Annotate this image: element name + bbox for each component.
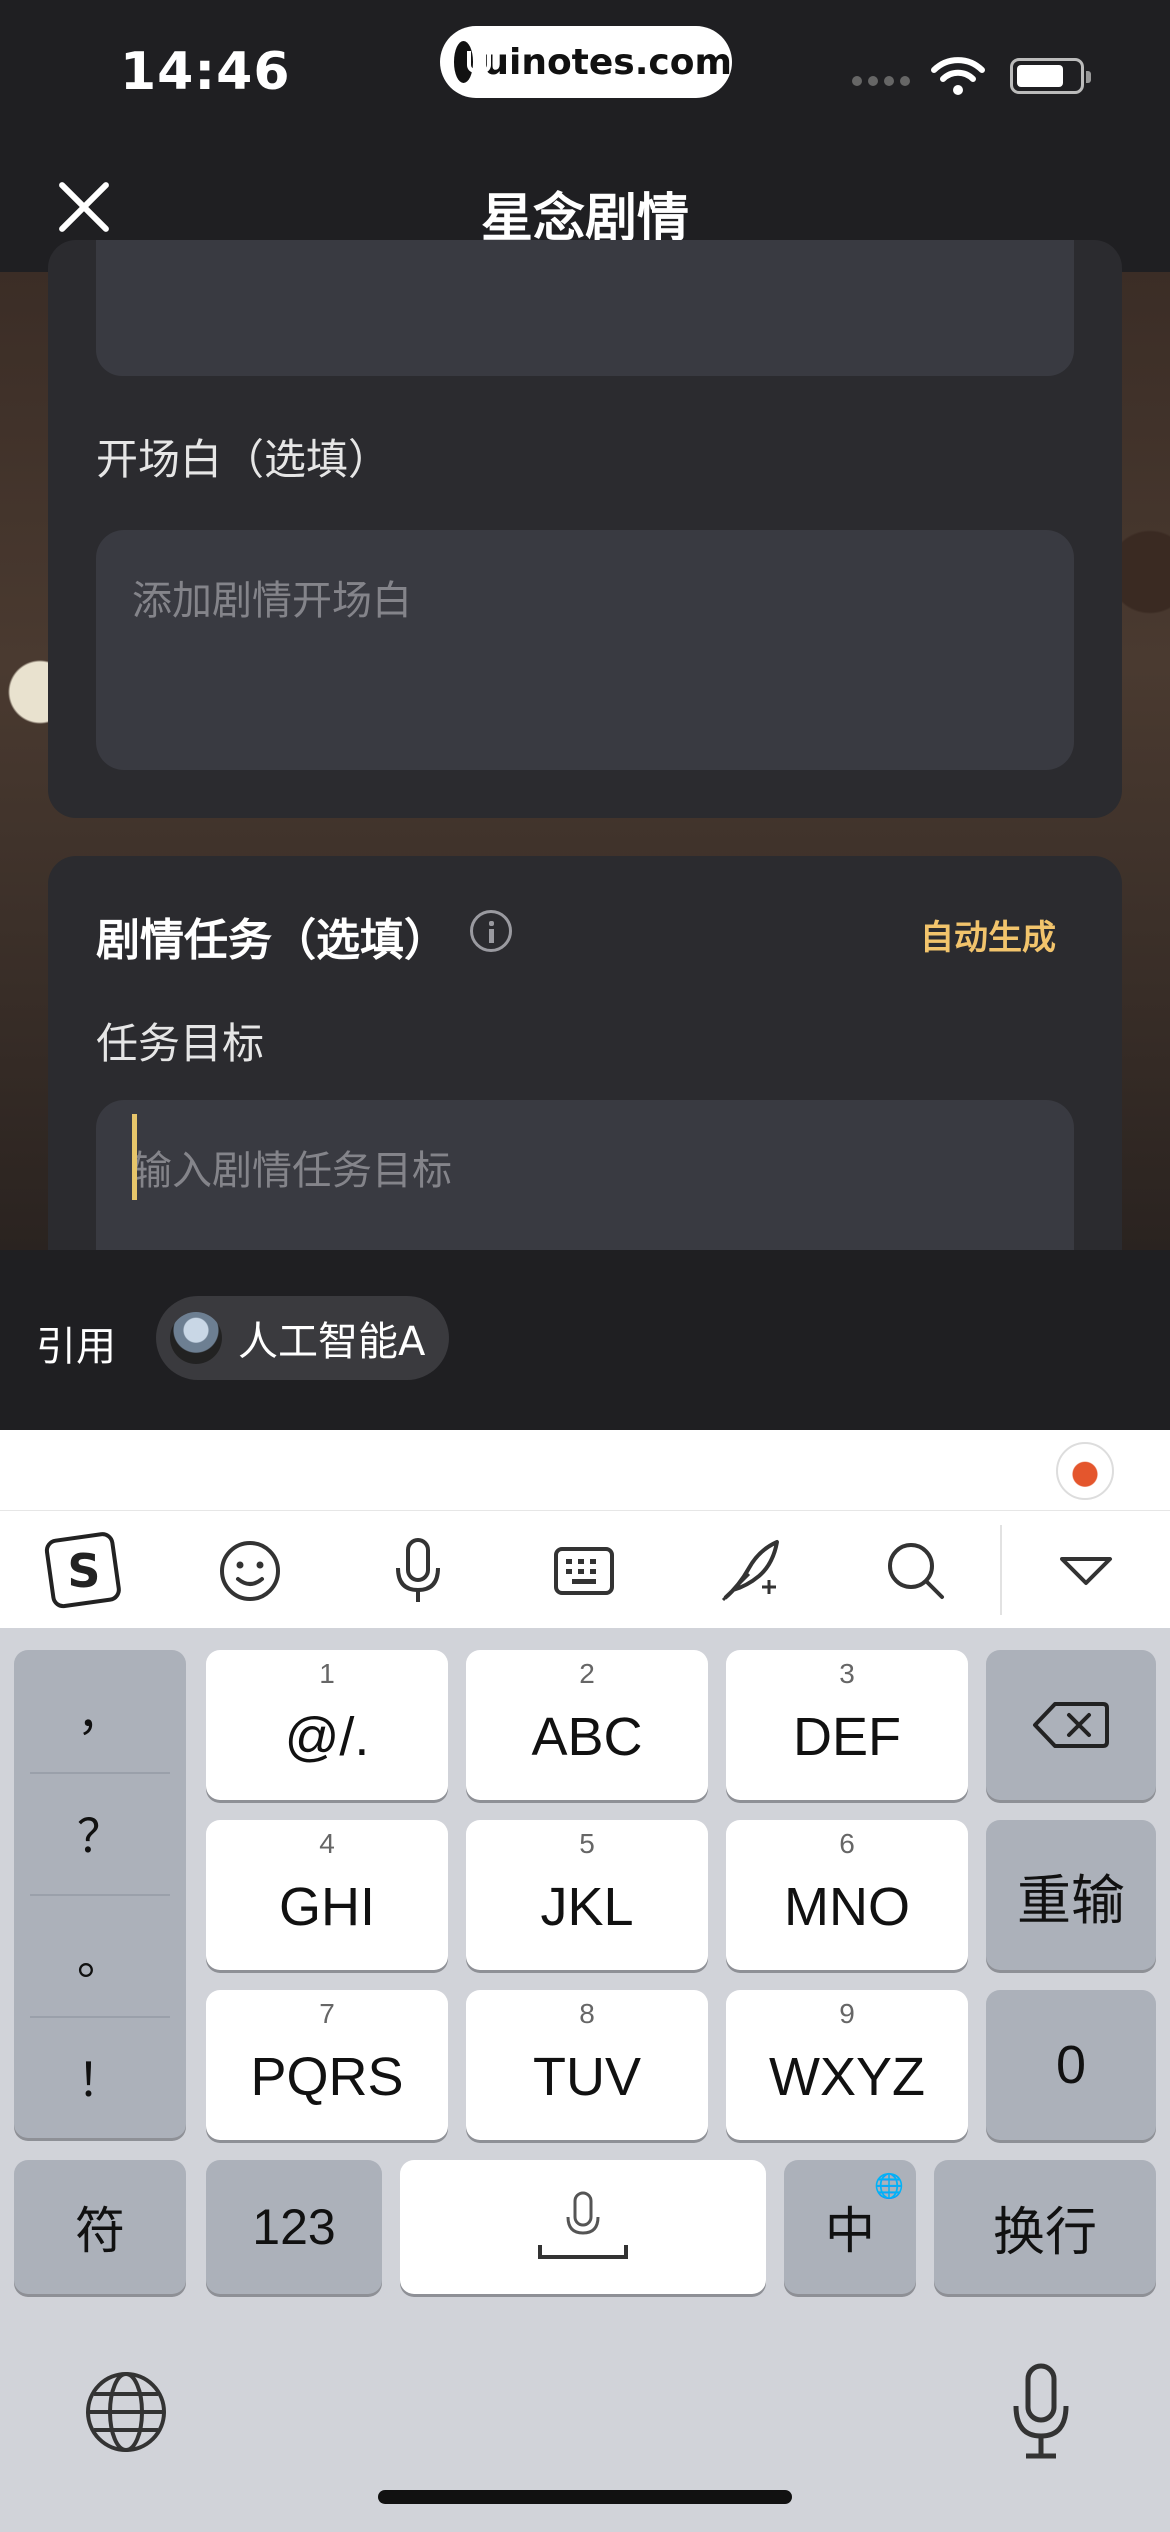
key-7[interactable]: 7 PQRS	[206, 1990, 448, 2140]
punct-key[interactable]: ！	[14, 2016, 186, 2138]
language-button[interactable]: 🌐 中	[784, 2160, 916, 2294]
key-label: DEF	[793, 1707, 901, 1767]
task-goal-placeholder: 输入剧情任务目标	[132, 1148, 452, 1194]
task-goal-label: 任务目标	[96, 1019, 265, 1068]
punct-key[interactable]: ？	[14, 1772, 186, 1894]
status-time: 14:46	[120, 42, 291, 102]
task-card: 剧情任务（选填） 自动生成 任务目标 输入剧情任务目标	[48, 856, 1122, 1300]
wifi-icon	[931, 57, 985, 95]
home-indicator	[378, 2490, 792, 2504]
backspace-icon	[1033, 1702, 1109, 1748]
keyboard-icon[interactable]	[544, 1531, 624, 1611]
reference-label: 引用	[36, 1324, 116, 1370]
key-number: 8	[579, 1998, 595, 2029]
number-mode-button[interactable]: 123	[206, 2160, 382, 2294]
emoji-icon[interactable]	[210, 1531, 290, 1611]
key-label: TUV	[533, 2047, 641, 2107]
enter-button[interactable]: 换行	[934, 2160, 1156, 2294]
reference-bar: 引用 人工智能A	[0, 1250, 1170, 1430]
key-label: 0	[1055, 2035, 1087, 2095]
opening-placeholder: 添加剧情开场白	[132, 578, 412, 624]
key-number: 7	[319, 1998, 335, 2029]
number-mode-label: 123	[252, 2199, 336, 2255]
key-label: ABC	[531, 1707, 643, 1767]
symbols-button[interactable]: 符	[14, 2160, 186, 2294]
dictation-mic-icon[interactable]	[1010, 2362, 1072, 2462]
battery-icon	[1010, 58, 1091, 94]
key-2[interactable]: 2 ABC	[466, 1650, 708, 1800]
handwriting-icon[interactable]	[710, 1531, 790, 1611]
auto-generate-button[interactable]: 自动生成	[920, 910, 1056, 959]
backspace-button[interactable]	[986, 1650, 1156, 1800]
key-label: PQRS	[250, 2047, 404, 2107]
sogou-logo-icon[interactable]: S	[44, 1531, 124, 1611]
retype-label: 重输	[1017, 1870, 1125, 1931]
opening-input[interactable]: 添加剧情开场白	[96, 530, 1074, 770]
space-button[interactable]	[400, 2160, 766, 2294]
signal-icon	[852, 76, 910, 86]
keypad: ， ？ 。 ！ 1 @/. 2 ABC 3 DEF 4 GHI 5 JKL 6 …	[0, 1628, 1170, 2532]
key-number: 9	[839, 1998, 855, 2029]
key-number: 2	[579, 1658, 595, 1689]
voice-icon[interactable]	[378, 1531, 458, 1611]
search-icon[interactable]	[876, 1531, 956, 1611]
key-3[interactable]: 3 DEF	[726, 1650, 968, 1800]
key-1[interactable]: 1 @/.	[206, 1650, 448, 1800]
key-5[interactable]: 5 JKL	[466, 1820, 708, 1970]
keyboard-top-strip	[0, 1430, 1170, 1510]
key-label: GHI	[278, 1877, 375, 1937]
globe-small-icon: 🌐	[874, 2173, 904, 2200]
avatar	[170, 1312, 222, 1364]
key-6[interactable]: 6 MNO	[726, 1820, 968, 1970]
collapse-icon[interactable]	[1046, 1531, 1126, 1611]
retype-button[interactable]: 重输	[986, 1820, 1156, 1970]
status-bar: 14:46 uinotes.com	[0, 0, 1170, 140]
key-label: WXYZ	[769, 2047, 925, 2107]
uinotes-logo-icon	[454, 41, 492, 83]
key-4[interactable]: 4 GHI	[206, 1820, 448, 1970]
key-0[interactable]: 0	[986, 1990, 1156, 2140]
svg-text:S: S	[67, 1544, 100, 1598]
enter-label: 换行	[992, 2203, 1097, 2262]
language-label: 中	[825, 2203, 875, 2259]
text-caret	[132, 1114, 137, 1200]
mascot-icon[interactable]	[1056, 1442, 1114, 1500]
toolbar-divider	[1000, 1525, 1002, 1615]
punct-key[interactable]: 。	[14, 1894, 186, 2016]
previous-field[interactable]	[96, 240, 1074, 376]
punct-key[interactable]: ，	[14, 1650, 186, 1772]
key-label: @/.	[284, 1707, 370, 1767]
key-8[interactable]: 8 TUV	[466, 1990, 708, 2140]
globe-icon[interactable]	[84, 2370, 168, 2454]
info-icon[interactable]	[470, 910, 512, 952]
space-mic-icon	[538, 2191, 628, 2259]
key-label: JKL	[540, 1877, 634, 1937]
opening-card: 开场白（选填） 添加剧情开场白	[48, 240, 1122, 818]
key-number: 1	[319, 1658, 335, 1689]
key-number: 6	[839, 1828, 855, 1859]
url-pill: uinotes.com	[440, 26, 732, 98]
key-9[interactable]: 9 WXYZ	[726, 1990, 968, 2140]
punctuation-column: ， ？ 。 ！	[14, 1650, 186, 2138]
key-number: 4	[319, 1828, 335, 1859]
keyboard-toolbar: S	[0, 1510, 1170, 1628]
key-number: 3	[839, 1658, 855, 1689]
symbols-label: 符	[75, 2203, 125, 2259]
opening-label: 开场白（选填）	[96, 435, 391, 484]
url-text: uinotes.com	[483, 41, 732, 83]
task-section-title: 剧情任务（选填）	[96, 915, 448, 966]
key-label: MNO	[784, 1877, 910, 1937]
reference-chip[interactable]: 人工智能A	[156, 1296, 450, 1380]
reference-chip-text: 人工智能A	[238, 1319, 426, 1365]
key-number: 5	[579, 1828, 595, 1859]
